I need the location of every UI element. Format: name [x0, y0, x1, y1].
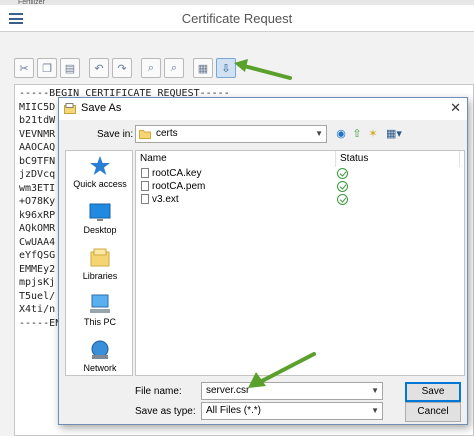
- save-button[interactable]: Save: [405, 382, 461, 402]
- editor-toolbar: ✂ ❐ ▤ ↶ ↷ ⌕ ⌕ ▦ ⇩: [0, 52, 474, 82]
- sort-caret-icon: ^: [233, 150, 237, 156]
- file-name-label: File name:: [135, 386, 182, 397]
- chevron-down-icon: ▼: [371, 406, 379, 415]
- computer-icon: [90, 294, 110, 313]
- place-this-pc[interactable]: This PC: [66, 293, 134, 339]
- file-list[interactable]: Name ^ Status D rootCA.key rootCA.pem v3…: [135, 150, 465, 376]
- save-as-dialog: Save As ✕ Save in: certs ▼ ◉ ⇧ ✶ ▦▾ Quic…: [58, 97, 468, 425]
- save-type-dropdown[interactable]: All Files (*.*) ▼: [201, 402, 383, 420]
- dialog-title-bar: Save As ✕: [59, 98, 467, 120]
- libraries-icon: [90, 248, 110, 267]
- save-type-label: Save as type:: [135, 406, 196, 417]
- chevron-down-icon: ▼: [315, 129, 323, 138]
- file-name-value: server.csr: [206, 385, 250, 396]
- column-header-date[interactable]: D: [460, 151, 464, 167]
- close-icon[interactable]: ✕: [450, 100, 461, 116]
- chevron-down-icon: ▼: [371, 386, 379, 395]
- view-menu-icon[interactable]: ▦▾: [385, 128, 403, 140]
- sync-status-icon: [337, 181, 348, 192]
- save-in-value: certs: [156, 128, 178, 139]
- file-icon: [141, 181, 149, 191]
- place-label: This PC: [83, 317, 116, 327]
- file-name: rootCA.pem: [152, 181, 206, 192]
- file-row[interactable]: rootCA.key: [136, 167, 464, 180]
- title-bar: Certificate Request: [0, 5, 474, 32]
- network-icon: [91, 340, 109, 359]
- dialog-title: Save As: [81, 102, 122, 114]
- column-header-status[interactable]: Status: [336, 151, 460, 167]
- page-title: Certificate Request: [181, 11, 293, 26]
- file-name: rootCA.key: [152, 168, 202, 179]
- save-as-app-icon: [64, 103, 76, 114]
- file-name-field[interactable]: server.csr ▼: [201, 382, 383, 400]
- save-file-icon[interactable]: ⇩: [216, 58, 236, 78]
- load-file-icon[interactable]: ▦: [193, 58, 213, 78]
- desktop-icon: [89, 203, 111, 221]
- save-in-dropdown[interactable]: certs ▼: [135, 125, 327, 143]
- save-in-label: Save in:: [97, 129, 134, 140]
- save-type-value: All Files (*.*): [206, 405, 262, 416]
- folder-icon: [139, 130, 151, 139]
- place-quick-access[interactable]: Quick access: [66, 155, 134, 201]
- places-bar: Quick access Desktop Libraries This PC N…: [65, 150, 133, 376]
- undo-icon[interactable]: ↶: [89, 58, 109, 78]
- file-row[interactable]: v3.ext: [136, 193, 464, 206]
- place-label: Network: [83, 363, 117, 373]
- back-icon[interactable]: ◉: [335, 128, 347, 140]
- place-network[interactable]: Network: [66, 339, 134, 385]
- file-icon: [141, 168, 149, 178]
- place-desktop[interactable]: Desktop: [66, 201, 134, 247]
- find-next-icon[interactable]: ⌕: [164, 58, 184, 78]
- cut-icon[interactable]: ✂: [14, 58, 34, 78]
- cancel-button[interactable]: Cancel: [405, 402, 461, 422]
- file-name: v3.ext: [152, 194, 179, 205]
- place-libraries[interactable]: Libraries: [66, 247, 134, 293]
- sync-status-icon: [337, 194, 348, 205]
- file-icon: [141, 194, 149, 204]
- find-icon[interactable]: ⌕: [141, 58, 161, 78]
- paste-icon[interactable]: ▤: [60, 58, 80, 78]
- place-label: Libraries: [82, 271, 118, 281]
- sync-status-icon: [337, 168, 348, 179]
- place-label: Desktop: [83, 225, 117, 235]
- up-folder-icon[interactable]: ⇧: [351, 128, 363, 140]
- redo-icon[interactable]: ↷: [112, 58, 132, 78]
- star-icon: [90, 156, 110, 175]
- copy-icon[interactable]: ❐: [37, 58, 57, 78]
- new-folder-icon[interactable]: ✶: [367, 128, 379, 140]
- file-row[interactable]: rootCA.pem: [136, 180, 464, 193]
- place-label: Quick access: [73, 179, 127, 189]
